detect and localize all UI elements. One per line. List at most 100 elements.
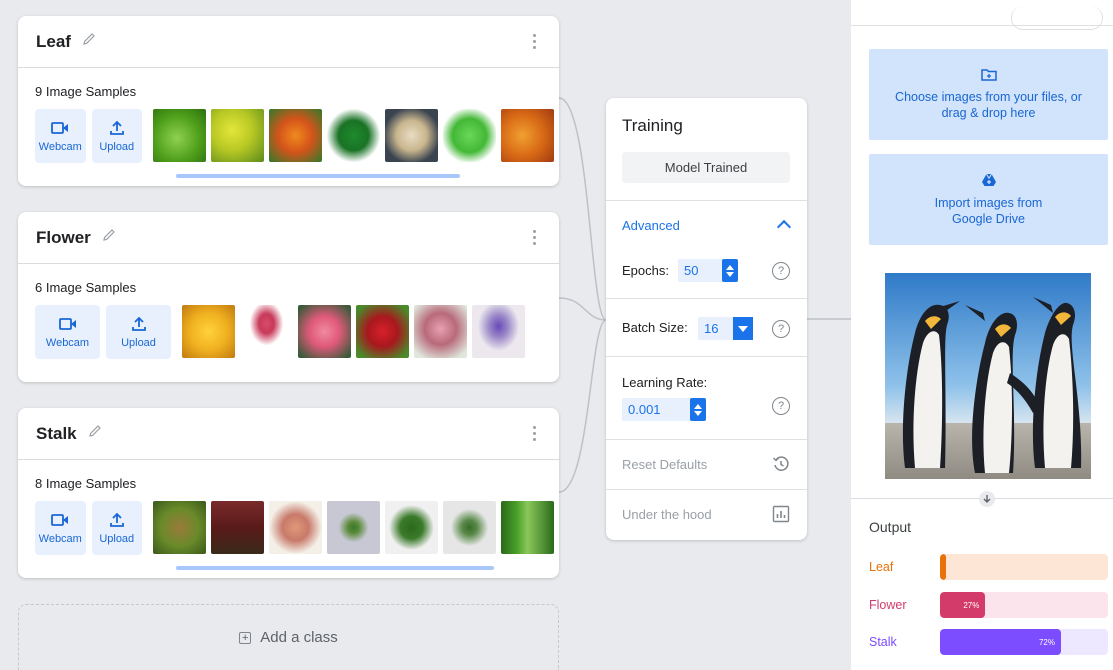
train-model-button[interactable]: Model Trained	[622, 152, 790, 183]
learning-rate-label: Learning Rate:	[622, 375, 708, 390]
upload-label: Upload	[121, 337, 156, 349]
learning-rate-input[interactable]: 0.001	[622, 398, 706, 421]
output-row-flower: Flower 27%	[869, 592, 1108, 618]
google-drive-text: Import images from Google Drive	[934, 195, 1043, 226]
upload-label: Upload	[99, 533, 135, 545]
sample-thumbnails	[182, 305, 530, 358]
reset-defaults-button[interactable]: Reset Defaults	[622, 457, 707, 472]
pencil-icon[interactable]	[101, 227, 117, 248]
class-card-stalk: Stalk 8 Image Samples Webcam Upload	[18, 408, 559, 578]
class-card-body: 8 Image Samples Webcam Upload	[18, 460, 559, 578]
output-title: Output	[869, 519, 912, 535]
epochs-stepper[interactable]	[722, 259, 738, 282]
class-name[interactable]: Flower	[36, 228, 91, 248]
upload-button[interactable]: Upload	[91, 501, 142, 555]
thumbnail-scrollbar[interactable]	[176, 566, 494, 570]
divider	[606, 200, 807, 201]
class-card-leaf: Leaf 9 Image Samples Webcam Upload	[18, 16, 559, 186]
add-class-button[interactable]: + Add a class	[18, 604, 559, 670]
help-icon[interactable]: ?	[772, 262, 790, 280]
confidence-bar: 27%	[940, 592, 1108, 618]
confidence-bar: 72%	[940, 629, 1108, 655]
output-row-leaf: Leaf	[869, 554, 1108, 580]
pencil-icon[interactable]	[81, 31, 97, 52]
more-options-icon[interactable]	[533, 230, 537, 248]
class-card-header: Flower	[18, 212, 559, 264]
sample-image[interactable]	[356, 305, 409, 358]
webcam-button[interactable]: Webcam	[35, 501, 86, 555]
google-drive-button[interactable]: Import images from Google Drive	[869, 154, 1108, 245]
batch-size-select[interactable]: 16	[698, 317, 753, 340]
epochs-input[interactable]: 50	[678, 259, 738, 282]
sample-image[interactable]	[211, 109, 264, 162]
output-label: Stalk	[869, 635, 897, 649]
sample-count: 9 Image Samples	[35, 84, 137, 99]
advanced-toggle[interactable]: Advanced	[622, 218, 680, 233]
upload-button[interactable]: Upload	[91, 109, 142, 163]
sample-image[interactable]	[298, 305, 351, 358]
sample-image[interactable]	[414, 305, 467, 358]
add-class-label: Add a class	[260, 629, 338, 646]
confidence-bar	[940, 554, 1108, 580]
sample-thumbnails	[153, 109, 559, 162]
webcam-button[interactable]: Webcam	[35, 305, 100, 359]
sample-image[interactable]	[327, 109, 380, 162]
sample-image[interactable]	[443, 109, 496, 162]
learning-rate-stepper[interactable]	[690, 398, 706, 421]
class-name[interactable]: Leaf	[36, 32, 71, 52]
divider	[606, 439, 807, 440]
epochs-value: 50	[684, 263, 699, 278]
under-the-hood-button[interactable]: Under the hood	[622, 507, 712, 522]
sample-image[interactable]	[443, 501, 496, 554]
webcam-button[interactable]: Webcam	[35, 109, 86, 163]
choose-files-dropzone[interactable]: Choose images from your files, or drag &…	[869, 49, 1108, 140]
input-toggle[interactable]	[1011, 6, 1103, 30]
sample-image[interactable]	[472, 305, 525, 358]
batch-size-label: Batch Size:	[622, 320, 688, 335]
sample-image[interactable]	[240, 305, 293, 358]
divider	[606, 356, 807, 357]
epochs-label: Epochs:	[622, 263, 669, 278]
upload-button[interactable]: Upload	[106, 305, 171, 359]
sample-image[interactable]	[269, 501, 322, 554]
more-options-icon[interactable]	[533, 34, 537, 52]
class-card-body: 9 Image Samples Webcam Upload	[18, 68, 559, 186]
upload-icon	[109, 119, 124, 137]
sample-image[interactable]	[501, 501, 554, 554]
sample-image[interactable]	[153, 109, 206, 162]
pencil-icon[interactable]	[87, 423, 103, 444]
sample-image[interactable]	[182, 305, 235, 358]
google-drive-icon	[981, 173, 997, 191]
sample-image[interactable]	[153, 501, 206, 554]
webcam-icon	[51, 511, 69, 529]
folder-icon	[980, 68, 997, 85]
output-row-stalk: Stalk 72%	[869, 629, 1108, 655]
thumbnail-scrollbar[interactable]	[176, 174, 460, 178]
sample-image[interactable]	[501, 109, 554, 162]
sample-image[interactable]	[211, 501, 264, 554]
bar-chart-icon[interactable]	[772, 505, 790, 528]
upload-icon	[109, 511, 124, 529]
help-icon[interactable]: ?	[772, 397, 790, 415]
webcam-label: Webcam	[38, 141, 82, 153]
workspace-canvas: Leaf 9 Image Samples Webcam Upload Flowe…	[0, 0, 851, 670]
confidence-fill	[940, 554, 946, 580]
more-options-icon[interactable]	[533, 426, 537, 444]
preview-panel: Choose images from your files, or drag &…	[851, 0, 1113, 670]
sample-image[interactable]	[269, 109, 322, 162]
chevron-up-icon[interactable]	[776, 219, 792, 235]
sample-image[interactable]	[327, 501, 380, 554]
class-name[interactable]: Stalk	[36, 424, 77, 444]
upload-icon	[131, 315, 146, 333]
training-panel: Training Model Trained Advanced Epochs: …	[606, 98, 807, 540]
help-icon[interactable]: ?	[772, 320, 790, 338]
confidence-fill: 72%	[940, 629, 1061, 655]
sample-image[interactable]	[385, 501, 438, 554]
sample-count: 6 Image Samples	[35, 280, 137, 295]
chevron-down-icon[interactable]	[733, 317, 753, 340]
history-icon[interactable]	[772, 455, 790, 478]
confidence-fill: 27%	[940, 592, 986, 618]
output-label: Leaf	[869, 560, 894, 574]
sample-image[interactable]	[385, 109, 438, 162]
class-card-body: 6 Image Samples Webcam Upload	[18, 264, 559, 382]
